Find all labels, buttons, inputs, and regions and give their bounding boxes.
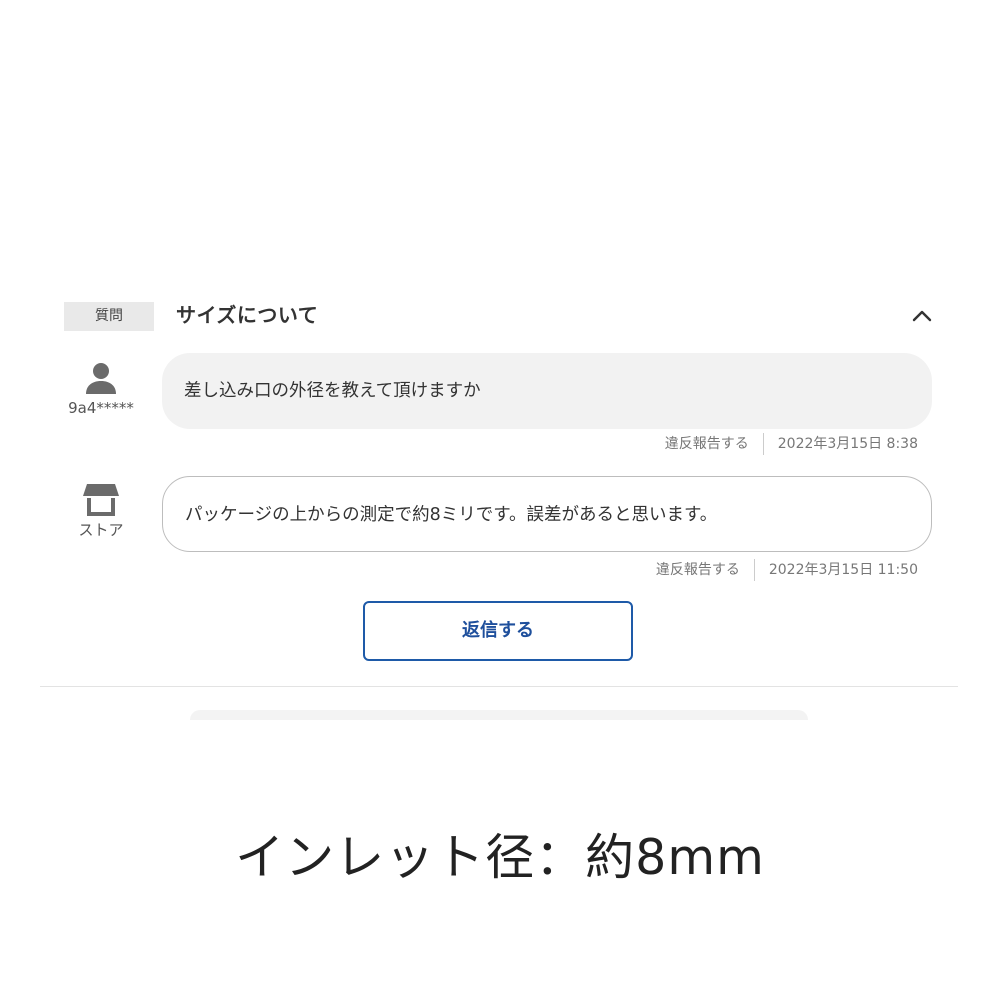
caption-text: インレット径：約8mm: [235, 829, 765, 886]
qa-header: 質問 サイズについて: [64, 300, 936, 332]
collapse-button[interactable]: [908, 302, 936, 330]
reply-button[interactable]: 返信する: [363, 601, 633, 661]
answer-meta: 違反報告する 2022年3月15日 11:50: [656, 559, 918, 581]
question-author: 9a4*****: [64, 360, 138, 417]
answer-author: ストア: [64, 482, 138, 539]
next-question-card: [190, 710, 808, 720]
answer-author-name: ストア: [78, 521, 124, 539]
section-divider: [40, 686, 958, 687]
meta-divider: [762, 433, 764, 455]
question-bubble: 差し込み口の外径を教えて頂けますか: [162, 353, 932, 429]
user-icon: [86, 363, 116, 394]
answer-timestamp: 2022年3月15日 11:50: [768, 562, 918, 578]
question-title: サイズについて: [176, 303, 319, 327]
meta-divider: [753, 559, 755, 581]
report-link[interactable]: 違反報告する: [656, 562, 740, 578]
report-link[interactable]: 違反報告する: [665, 436, 749, 452]
store-icon: [83, 484, 119, 516]
question-timestamp: 2022年3月15日 8:38: [777, 436, 918, 452]
question-badge: 質問: [64, 302, 154, 331]
answer-bubble: パッケージの上からの測定で約8ミリです。誤差があると思います。: [162, 476, 932, 552]
question-author-name: 9a4*****: [68, 399, 134, 417]
chevron-up-icon: [912, 310, 932, 322]
question-meta: 違反報告する 2022年3月15日 8:38: [665, 433, 918, 455]
